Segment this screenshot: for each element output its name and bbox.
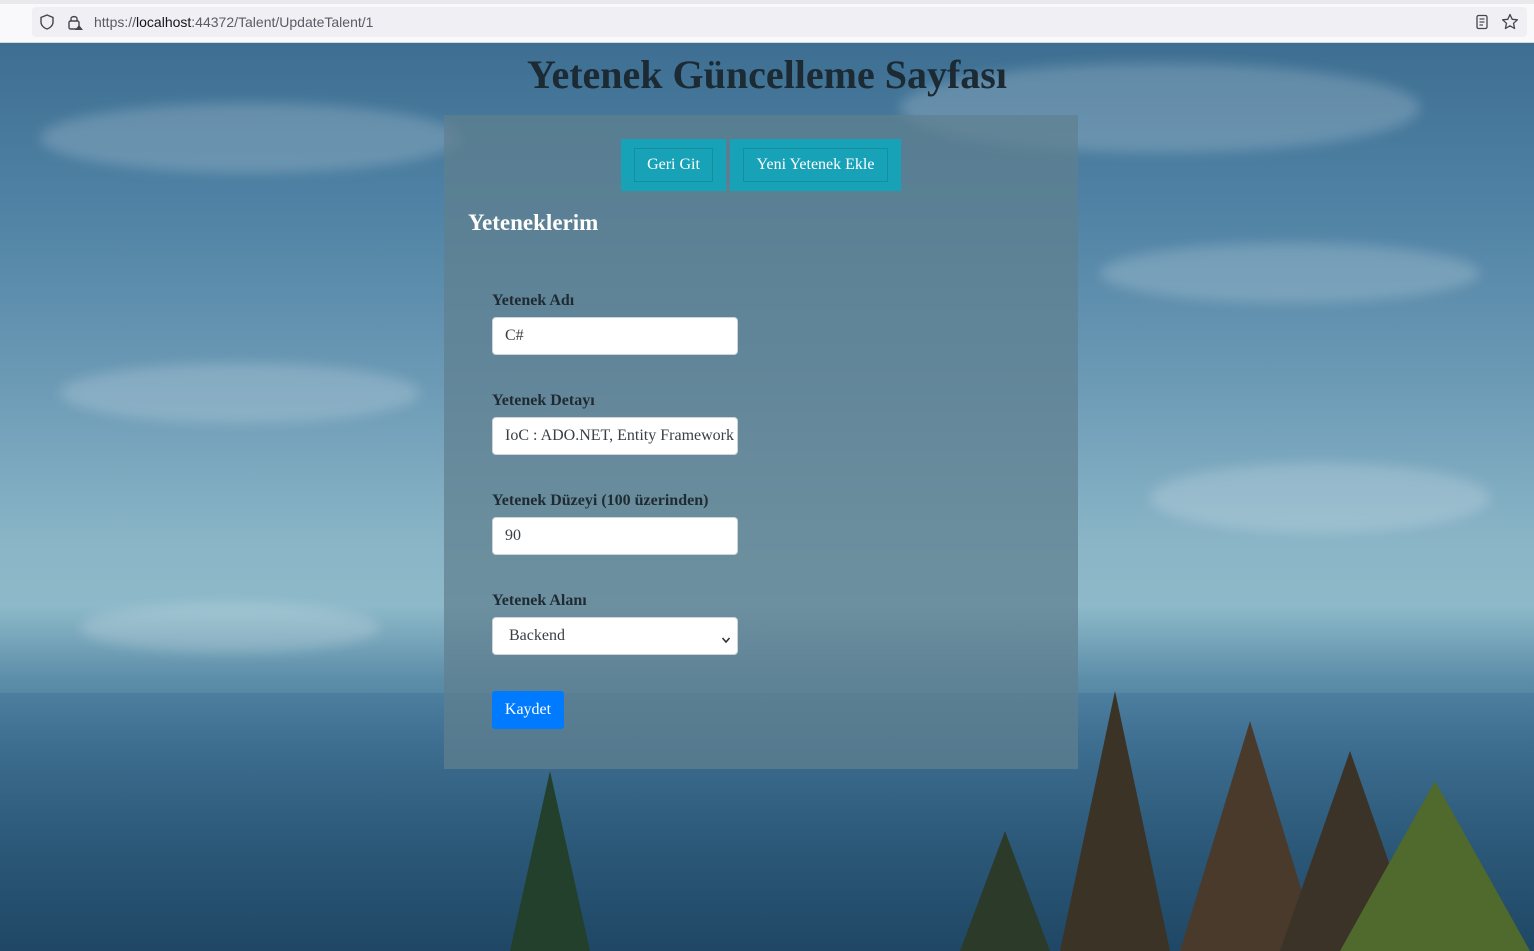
talent-area-selected-value: Backend	[509, 627, 565, 644]
talent-detail-label: Yetenek Detayı	[492, 392, 595, 409]
back-button[interactable]: Geri Git	[621, 139, 726, 191]
reader-view-icon[interactable]	[1473, 13, 1491, 31]
lock-icon[interactable]	[66, 13, 84, 31]
chevron-down-icon	[721, 632, 731, 644]
back-button-label: Geri Git	[634, 148, 713, 182]
browser-toolbar: https://localhost:44372/Talent/UpdateTal…	[0, 0, 1534, 43]
add-talent-button-label: Yeni Yetenek Ekle	[743, 148, 888, 182]
section-title: Yeteneklerim	[468, 210, 599, 235]
url-prefix: https://	[94, 14, 137, 30]
talent-name-label: Yetenek Adı	[492, 292, 575, 309]
shield-icon[interactable]	[38, 13, 56, 31]
bookmark-star-icon[interactable]	[1501, 13, 1519, 31]
add-talent-button[interactable]: Yeni Yetenek Ekle	[730, 139, 901, 191]
talent-name-input[interactable]: C#	[492, 317, 738, 355]
talent-level-label: Yetenek Düzeyi (100 üzerinden)	[492, 492, 709, 509]
address-bar[interactable]: https://localhost:44372/Talent/UpdateTal…	[32, 7, 1527, 37]
talent-level-input[interactable]: 90	[492, 517, 738, 555]
talent-detail-input[interactable]: IoC : ADO.NET, Entity Framework	[492, 417, 738, 455]
save-button[interactable]: Kaydet	[492, 691, 564, 729]
talent-panel: Geri Git Yeni Yetenek Ekle Yeteneklerim …	[444, 115, 1078, 769]
url-host: localhost	[136, 14, 192, 30]
url-path: :44372/Talent/UpdateTalent/1	[191, 14, 374, 30]
url-text[interactable]: https://localhost:44372/Talent/UpdateTal…	[94, 14, 373, 30]
talent-area-label: Yetenek Alanı	[492, 592, 587, 609]
tab-strip-edge	[0, 0, 1534, 4]
talent-area-select[interactable]: Backend	[492, 617, 738, 655]
page-title: Yetenek Güncelleme Sayfası	[527, 52, 1007, 97]
